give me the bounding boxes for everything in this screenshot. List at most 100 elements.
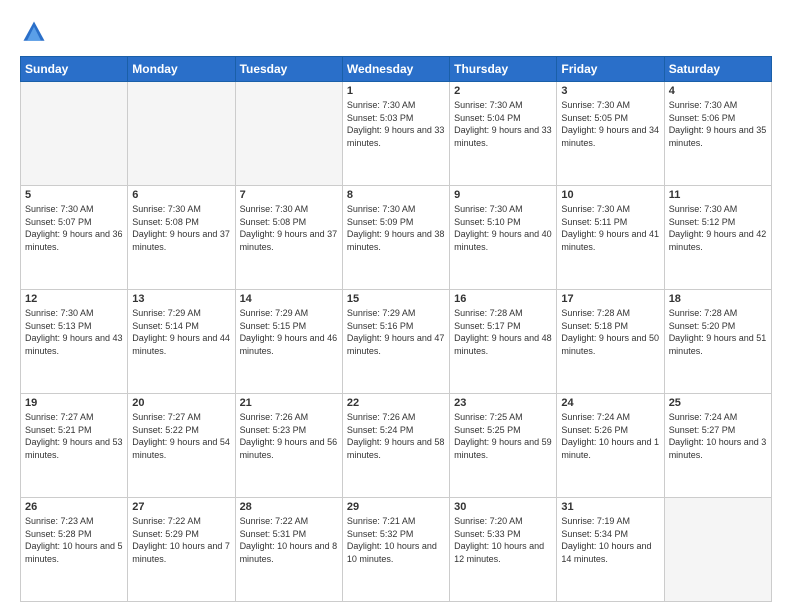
day-number: 20 (132, 397, 230, 409)
calendar-cell: 3 Sunrise: 7:30 AM Sunset: 5:05 PM Daylig… (557, 82, 664, 186)
day-info: Sunrise: 7:24 AM Sunset: 5:26 PM Dayligh… (561, 411, 659, 461)
calendar-cell: 7 Sunrise: 7:30 AM Sunset: 5:08 PM Daylig… (235, 186, 342, 290)
calendar-cell: 31 Sunrise: 7:19 AM Sunset: 5:34 PM Dayli… (557, 498, 664, 602)
day-number: 24 (561, 397, 659, 409)
day-number: 19 (25, 397, 123, 409)
day-info: Sunrise: 7:30 AM Sunset: 5:04 PM Dayligh… (454, 99, 552, 149)
calendar-week-row: 5 Sunrise: 7:30 AM Sunset: 5:07 PM Daylig… (21, 186, 772, 290)
day-info: Sunrise: 7:28 AM Sunset: 5:20 PM Dayligh… (669, 307, 767, 357)
calendar-week-row: 1Sunrise: 7:30 AM Sunset: 5:03 PM Daylig… (21, 82, 772, 186)
day-info: Sunrise: 7:28 AM Sunset: 5:18 PM Dayligh… (561, 307, 659, 357)
day-number: 5 (25, 189, 123, 201)
weekday-header: Thursday (450, 57, 557, 82)
calendar-cell: 18 Sunrise: 7:28 AM Sunset: 5:20 PM Dayli… (664, 290, 771, 394)
day-number: 8 (347, 189, 445, 201)
calendar-cell: 14 Sunrise: 7:29 AM Sunset: 5:15 PM Dayli… (235, 290, 342, 394)
weekday-header: Wednesday (342, 57, 449, 82)
calendar-cell: 30 Sunrise: 7:20 AM Sunset: 5:33 PM Dayli… (450, 498, 557, 602)
day-info: Sunrise: 7:30 AM Sunset: 5:11 PM Dayligh… (561, 203, 659, 253)
calendar-cell (128, 82, 235, 186)
day-info: Sunrise: 7:30 AM Sunset: 5:06 PM Dayligh… (669, 99, 767, 149)
calendar-cell: 15Sunrise: 7:29 AM Sunset: 5:16 PM Dayli… (342, 290, 449, 394)
calendar-cell (664, 498, 771, 602)
calendar-cell: 4Sunrise: 7:30 AM Sunset: 5:06 PM Daylig… (664, 82, 771, 186)
day-info: Sunrise: 7:20 AM Sunset: 5:33 PM Dayligh… (454, 515, 552, 565)
day-info: Sunrise: 7:30 AM Sunset: 5:13 PM Dayligh… (25, 307, 123, 357)
calendar-cell: 12 Sunrise: 7:30 AM Sunset: 5:13 PM Dayli… (21, 290, 128, 394)
calendar-cell: 2 Sunrise: 7:30 AM Sunset: 5:04 PM Daylig… (450, 82, 557, 186)
day-info: Sunrise: 7:29 AM Sunset: 5:14 PM Dayligh… (132, 307, 230, 357)
day-info: Sunrise: 7:21 AM Sunset: 5:32 PM Dayligh… (347, 515, 445, 565)
day-number: 12 (25, 293, 123, 305)
day-info: Sunrise: 7:30 AM Sunset: 5:08 PM Dayligh… (240, 203, 338, 253)
calendar-week-row: 26 Sunrise: 7:23 AM Sunset: 5:28 PM Dayli… (21, 498, 772, 602)
day-info: Sunrise: 7:26 AM Sunset: 5:24 PM Dayligh… (347, 411, 445, 461)
day-info: Sunrise: 7:30 AM Sunset: 5:10 PM Dayligh… (454, 203, 552, 253)
calendar-cell: 16 Sunrise: 7:28 AM Sunset: 5:17 PM Dayli… (450, 290, 557, 394)
day-number: 13 (132, 293, 230, 305)
weekday-header: Saturday (664, 57, 771, 82)
day-info: Sunrise: 7:27 AM Sunset: 5:21 PM Dayligh… (25, 411, 123, 461)
day-number: 2 (454, 85, 552, 97)
day-number: 6 (132, 189, 230, 201)
day-info: Sunrise: 7:29 AM Sunset: 5:16 PM Dayligh… (347, 307, 445, 357)
logo (20, 18, 52, 46)
calendar-cell: 9 Sunrise: 7:30 AM Sunset: 5:10 PM Daylig… (450, 186, 557, 290)
day-number: 28 (240, 501, 338, 513)
weekday-header: Sunday (21, 57, 128, 82)
calendar-cell: 21 Sunrise: 7:26 AM Sunset: 5:23 PM Dayli… (235, 394, 342, 498)
calendar-cell: 28 Sunrise: 7:22 AM Sunset: 5:31 PM Dayli… (235, 498, 342, 602)
day-number: 7 (240, 189, 338, 201)
day-info: Sunrise: 7:30 AM Sunset: 5:05 PM Dayligh… (561, 99, 659, 149)
day-info: Sunrise: 7:24 AM Sunset: 5:27 PM Dayligh… (669, 411, 767, 461)
day-info: Sunrise: 7:26 AM Sunset: 5:23 PM Dayligh… (240, 411, 338, 461)
day-info: Sunrise: 7:30 AM Sunset: 5:09 PM Dayligh… (347, 203, 445, 253)
weekday-header: Tuesday (235, 57, 342, 82)
day-number: 17 (561, 293, 659, 305)
day-number: 3 (561, 85, 659, 97)
calendar-cell: 17 Sunrise: 7:28 AM Sunset: 5:18 PM Dayli… (557, 290, 664, 394)
calendar-cell (21, 82, 128, 186)
calendar-cell: 11 Sunrise: 7:30 AM Sunset: 5:12 PM Dayli… (664, 186, 771, 290)
day-info: Sunrise: 7:30 AM Sunset: 5:07 PM Dayligh… (25, 203, 123, 253)
day-number: 10 (561, 189, 659, 201)
day-info: Sunrise: 7:22 AM Sunset: 5:31 PM Dayligh… (240, 515, 338, 565)
calendar-week-row: 19 Sunrise: 7:27 AM Sunset: 5:21 PM Dayli… (21, 394, 772, 498)
day-number: 25 (669, 397, 767, 409)
calendar-cell: 29Sunrise: 7:21 AM Sunset: 5:32 PM Dayli… (342, 498, 449, 602)
day-number: 21 (240, 397, 338, 409)
day-number: 23 (454, 397, 552, 409)
day-info: Sunrise: 7:27 AM Sunset: 5:22 PM Dayligh… (132, 411, 230, 461)
day-number: 18 (669, 293, 767, 305)
calendar-header-row: SundayMondayTuesdayWednesdayThursdayFrid… (21, 57, 772, 82)
calendar-cell: 27Sunrise: 7:22 AM Sunset: 5:29 PM Dayli… (128, 498, 235, 602)
calendar-cell: 5 Sunrise: 7:30 AM Sunset: 5:07 PM Daylig… (21, 186, 128, 290)
day-number: 22 (347, 397, 445, 409)
day-number: 9 (454, 189, 552, 201)
calendar-cell: 6Sunrise: 7:30 AM Sunset: 5:08 PM Daylig… (128, 186, 235, 290)
calendar-cell: 19 Sunrise: 7:27 AM Sunset: 5:21 PM Dayli… (21, 394, 128, 498)
day-info: Sunrise: 7:25 AM Sunset: 5:25 PM Dayligh… (454, 411, 552, 461)
page: SundayMondayTuesdayWednesdayThursdayFrid… (0, 0, 792, 612)
day-number: 16 (454, 293, 552, 305)
logo-icon (20, 18, 48, 46)
day-info: Sunrise: 7:28 AM Sunset: 5:17 PM Dayligh… (454, 307, 552, 357)
calendar-week-row: 12 Sunrise: 7:30 AM Sunset: 5:13 PM Dayli… (21, 290, 772, 394)
calendar-cell: 1Sunrise: 7:30 AM Sunset: 5:03 PM Daylig… (342, 82, 449, 186)
day-info: Sunrise: 7:23 AM Sunset: 5:28 PM Dayligh… (25, 515, 123, 565)
day-number: 30 (454, 501, 552, 513)
day-info: Sunrise: 7:29 AM Sunset: 5:15 PM Dayligh… (240, 307, 338, 357)
calendar-cell: 26 Sunrise: 7:23 AM Sunset: 5:28 PM Dayli… (21, 498, 128, 602)
day-number: 11 (669, 189, 767, 201)
day-number: 31 (561, 501, 659, 513)
day-number: 14 (240, 293, 338, 305)
day-number: 26 (25, 501, 123, 513)
day-info: Sunrise: 7:19 AM Sunset: 5:34 PM Dayligh… (561, 515, 659, 565)
calendar-cell: 24 Sunrise: 7:24 AM Sunset: 5:26 PM Dayli… (557, 394, 664, 498)
calendar-table: SundayMondayTuesdayWednesdayThursdayFrid… (20, 56, 772, 602)
day-number: 1 (347, 85, 445, 97)
calendar-cell (235, 82, 342, 186)
calendar-cell: 20 Sunrise: 7:27 AM Sunset: 5:22 PM Dayli… (128, 394, 235, 498)
day-number: 27 (132, 501, 230, 513)
day-info: Sunrise: 7:30 AM Sunset: 5:12 PM Dayligh… (669, 203, 767, 253)
